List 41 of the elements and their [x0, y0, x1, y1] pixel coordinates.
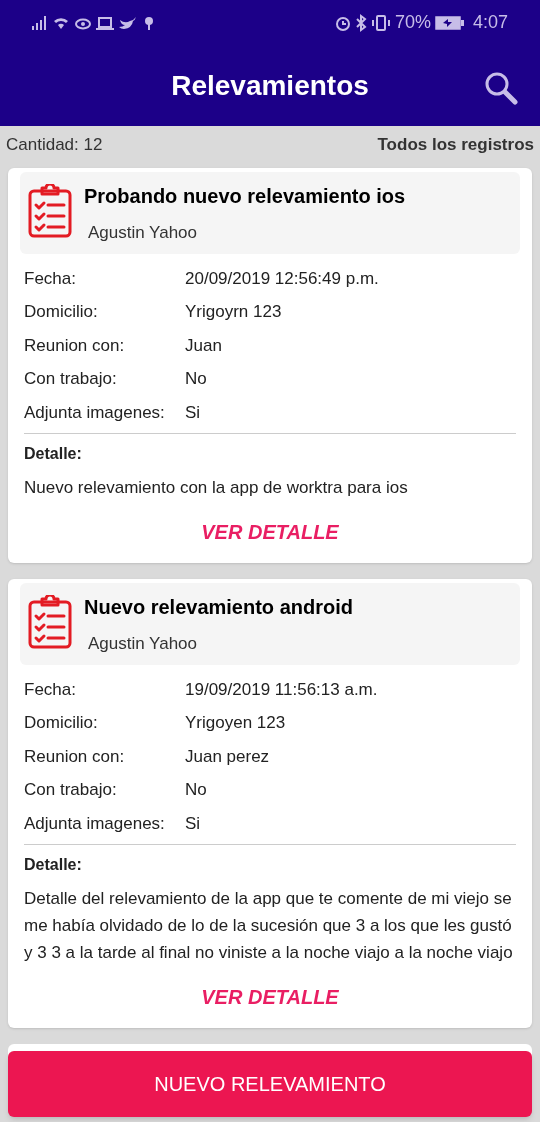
field-value: Juan perez	[185, 745, 270, 768]
clipboard-checklist-icon	[28, 595, 72, 649]
field-value: 20/09/2019 12:56:49 p.m.	[185, 267, 379, 290]
record-count: Cantidad: 12	[6, 134, 103, 157]
field-label: Reunion con:	[24, 334, 126, 357]
detail-text: Detalle del relevamiento de la app que te comente de mi viejo se me había olvidado de lo de la sucesión que 3 a los que les gustó y 3 3 a la tarde al final no viniste a la noche viajo a la noche viajo	[24, 888, 514, 964]
search-icon	[484, 71, 518, 105]
field-value: Juan	[185, 334, 222, 357]
field-value: Yrigoyrn 123	[185, 301, 282, 323]
status-icons-drawing	[334, 13, 391, 32]
field-label: Fecha:	[24, 678, 77, 701]
filter-link[interactable]: Todos los registros	[377, 132, 534, 158]
field-value: Yrigoyen 123	[185, 712, 286, 734]
new-survey-button[interactable]: NUEVO RELEVAMIENTO	[8, 1051, 532, 1117]
field-label: Adjunta imagenes:	[24, 812, 166, 835]
clipboard-checklist-icon	[28, 184, 72, 238]
survey-author: Agustin Yahoo	[88, 222, 198, 244]
app-title: Relevamientos	[171, 68, 369, 103]
field-label: Fecha:	[24, 267, 77, 290]
view-detail-button[interactable]: VER DETALLE	[193, 513, 347, 551]
survey-title: Probando nuevo relevamiento ios	[84, 184, 406, 208]
field-value: 19/09/2019 11:56:13 a.m.	[185, 678, 378, 701]
field-value: Si	[185, 812, 201, 835]
field-label: Con trabajo:	[24, 368, 118, 390]
survey-author: Agustin Yahoo	[88, 633, 198, 655]
field-value: No	[185, 368, 207, 390]
detail-label: Detalle:	[24, 855, 83, 875]
clock-time: 4:07	[472, 11, 508, 34]
detail-text: Nuevo relevamiento con la app de worktra para ios	[24, 477, 409, 499]
view-detail-button[interactable]: VER DETALLE	[193, 978, 347, 1016]
survey-title: Nuevo relevamiento android	[84, 595, 353, 619]
battery-charging-icon	[434, 14, 465, 31]
field-label: Con trabajo:	[24, 779, 118, 801]
field-label: Reunion con:	[24, 745, 126, 768]
field-value: Si	[185, 401, 201, 424]
field-value: No	[185, 779, 207, 801]
field-label: Domicilio:	[24, 712, 99, 734]
detail-label: Detalle:	[24, 444, 83, 464]
battery-percent: 70%	[394, 11, 431, 34]
field-label: Domicilio:	[24, 301, 99, 323]
field-label: Adjunta imagenes:	[24, 401, 166, 424]
